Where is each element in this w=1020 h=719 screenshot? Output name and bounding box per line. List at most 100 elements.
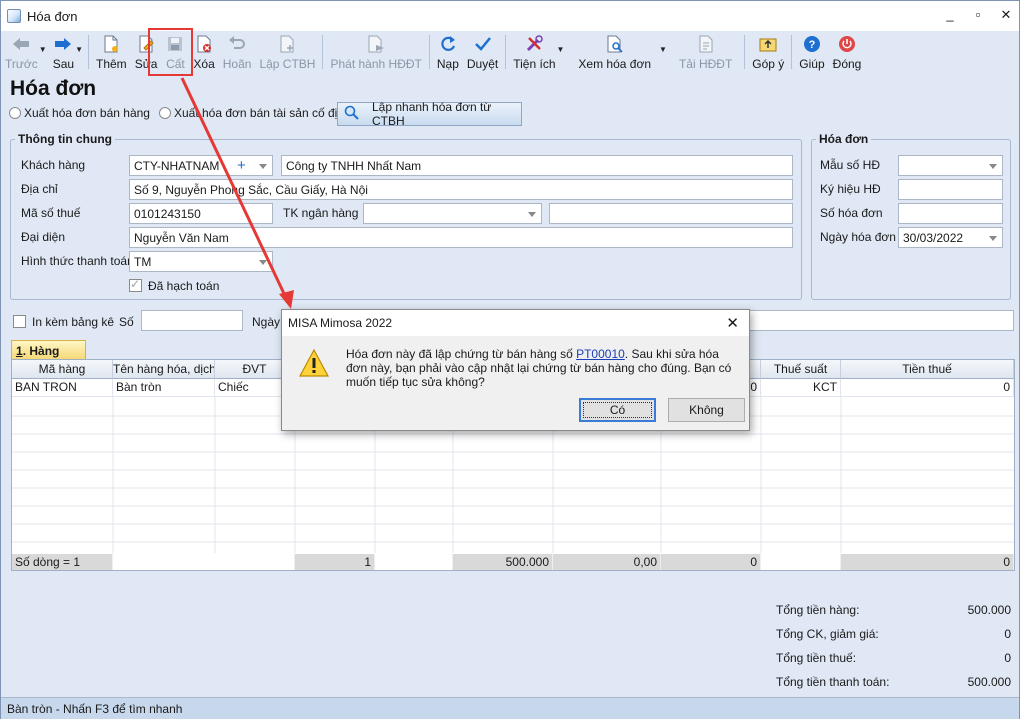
- issue-hddt-button[interactable]: Phát hành HĐĐT: [326, 31, 425, 73]
- toolbar-separator: [322, 35, 324, 69]
- approve-button[interactable]: Duyệt: [463, 31, 502, 73]
- tools-icon: [524, 34, 544, 54]
- col-header-code[interactable]: Mã hàng: [12, 360, 113, 379]
- customer-code-combo[interactable]: CTY-NHATNAM +: [129, 155, 273, 176]
- symbol-label: Ký hiệu HĐ: [820, 182, 881, 196]
- dialog-message: Hóa đơn này đã lập chứng từ bán hàng số …: [346, 347, 732, 389]
- page-title: Hóa đơn: [10, 77, 97, 100]
- invoice-info-legend: Hóa đơn: [819, 132, 869, 146]
- radio-asset-invoice[interactable]: [158, 107, 171, 119]
- window-controls: _ ▫ ✕: [943, 7, 1013, 23]
- total-discount-value: 0: [1004, 627, 1011, 641]
- attach-date-label: Ngày: [252, 315, 281, 329]
- search-icon: [344, 105, 360, 124]
- warning-icon: [298, 348, 330, 377]
- utilities-button[interactable]: Tiện ích: [509, 31, 559, 73]
- add-button[interactable]: Thêm: [92, 31, 131, 73]
- total-tax-value: 0: [1004, 651, 1011, 665]
- help-button[interactable]: ? Giúp: [795, 31, 828, 73]
- undo-button[interactable]: Hoãn: [219, 31, 256, 73]
- invoice-number-field[interactable]: [898, 203, 1003, 224]
- close-button[interactable]: Đóng: [829, 31, 866, 73]
- arrow-left-icon: [11, 34, 31, 54]
- total-discount-label: Tổng CK, giảm giá:: [776, 627, 879, 641]
- close-window-button[interactable]: ✕: [999, 7, 1013, 23]
- yes-button[interactable]: Có: [579, 398, 656, 422]
- help-icon: ?: [802, 34, 822, 54]
- bank-account-combo[interactable]: [363, 203, 542, 224]
- download-hddt-button[interactable]: Tải HĐĐT: [675, 31, 736, 73]
- feedback-button[interactable]: Góp ý: [748, 31, 788, 73]
- prev-dropdown-icon[interactable]: ▼: [39, 45, 47, 54]
- representative-label: Đại diện: [21, 230, 66, 244]
- payment-method-label: Hình thức thanh toán: [21, 254, 134, 268]
- taxcode-field[interactable]: 0101243150: [129, 203, 273, 224]
- invoice-date-label: Ngày hóa đơn: [820, 230, 896, 244]
- address-label: Địa chỉ: [21, 182, 58, 196]
- col-header-tax-rate[interactable]: Thuế suất: [761, 360, 841, 379]
- radio-sales-invoice[interactable]: [9, 107, 21, 119]
- edit-button-highlight: [148, 28, 193, 76]
- summary-qty: 1: [295, 554, 375, 570]
- attach-date-field[interactable]: [746, 310, 1014, 331]
- col-header-tax-amount[interactable]: Tiền thuế: [841, 360, 1014, 379]
- create-ctbh-button[interactable]: Lập CTBH: [255, 31, 319, 73]
- radio-asset-label: Xuất hóa đơn bán tài sản cố định: [173, 106, 351, 120]
- summary-amount: 500.000: [453, 554, 553, 570]
- delete-button[interactable]: Xóa: [189, 31, 218, 73]
- payment-method-combo[interactable]: TM: [129, 251, 273, 272]
- toolbar-separator: [88, 35, 89, 69]
- receipt-link[interactable]: PT00010: [576, 347, 625, 361]
- posted-label: Đã hạch toán: [148, 279, 220, 293]
- title-bar: Hóa đơn _ ▫ ✕: [1, 1, 1019, 31]
- total-tax-row: Tổng tiền thuế: 0: [761, 651, 1015, 669]
- total-goods-row: Tổng tiền hàng: 500.000: [761, 603, 1015, 621]
- attach-list-label: In kèm bảng kê: [32, 315, 115, 329]
- utilities-dropdown-icon[interactable]: ▼: [557, 45, 565, 54]
- template-combo[interactable]: [898, 155, 1003, 176]
- prev-button[interactable]: Trước: [1, 31, 42, 73]
- toolbar-separator: [744, 35, 746, 69]
- summary-empty: [113, 554, 295, 570]
- reload-button[interactable]: Nạp: [433, 31, 463, 73]
- refresh-icon: [438, 34, 458, 54]
- representative-field[interactable]: Nguyễn Văn Nam: [129, 227, 793, 248]
- col-header-name[interactable]: Tên hàng hóa, dịch: [113, 360, 215, 379]
- attach-no-field[interactable]: [141, 310, 243, 331]
- no-button[interactable]: Không: [668, 398, 745, 422]
- quick-create-button[interactable]: Lập nhanh hóa đơn từ CTBH: [337, 100, 522, 128]
- bank-account-label: TK ngân hàng: [283, 206, 359, 220]
- maximize-button[interactable]: ▫: [971, 7, 985, 23]
- address-field[interactable]: Số 9, Nguyễn Phong Sắc, Cầu Giấy, Hà Nội: [129, 179, 793, 200]
- feedback-upload-icon: [758, 34, 778, 54]
- dialog-close-icon[interactable]: ✕: [726, 314, 739, 332]
- view-invoice-button[interactable]: Xem hóa đơn: [574, 31, 655, 73]
- svg-text:?: ?: [809, 39, 816, 51]
- search-document-icon: [605, 34, 625, 54]
- invoice-type-radios: Xuất hóa đơn bán hàng Xuất hóa đơn bán t…: [9, 106, 351, 120]
- invoice-date-picker[interactable]: 30/03/2022: [898, 227, 1003, 248]
- status-bar: Bàn tròn - Nhấn F3 để tìm nhanh: [1, 697, 1019, 719]
- confirm-dialog: MISA Mimosa 2022 ✕ Hóa đơn này đã lập ch…: [281, 309, 750, 431]
- attach-list-checkbox[interactable]: [13, 315, 26, 328]
- add-customer-icon[interactable]: +: [237, 157, 246, 174]
- dialog-title-bar: MISA Mimosa 2022 ✕: [282, 310, 749, 336]
- symbol-field[interactable]: [898, 179, 1003, 200]
- total-tax-label: Tổng tiền thuế:: [776, 651, 857, 665]
- total-goods-label: Tổng tiền hàng:: [776, 603, 860, 617]
- posted-checkbox: [129, 277, 142, 292]
- customer-name-field[interactable]: Công ty TNHH Nhất Nam: [281, 155, 793, 176]
- document-send-icon: [366, 34, 386, 54]
- next-button[interactable]: Sau: [49, 31, 78, 73]
- radio-sales-label: Xuất hóa đơn bán hàng: [24, 106, 150, 120]
- next-dropdown-icon[interactable]: ▼: [75, 45, 83, 54]
- view-invoice-dropdown-icon[interactable]: ▼: [659, 45, 667, 54]
- summary-discount: 0: [661, 554, 761, 570]
- new-document-icon: [101, 34, 121, 54]
- tab-goods-money[interactable]: 1. Hàng tiền: [11, 340, 86, 372]
- bank-name-field[interactable]: [549, 203, 793, 224]
- minimize-button[interactable]: _: [943, 7, 957, 23]
- taxcode-label: Mã số thuế: [21, 206, 81, 220]
- document-add-icon: [277, 34, 297, 54]
- total-payment-value: 500.000: [967, 675, 1011, 689]
